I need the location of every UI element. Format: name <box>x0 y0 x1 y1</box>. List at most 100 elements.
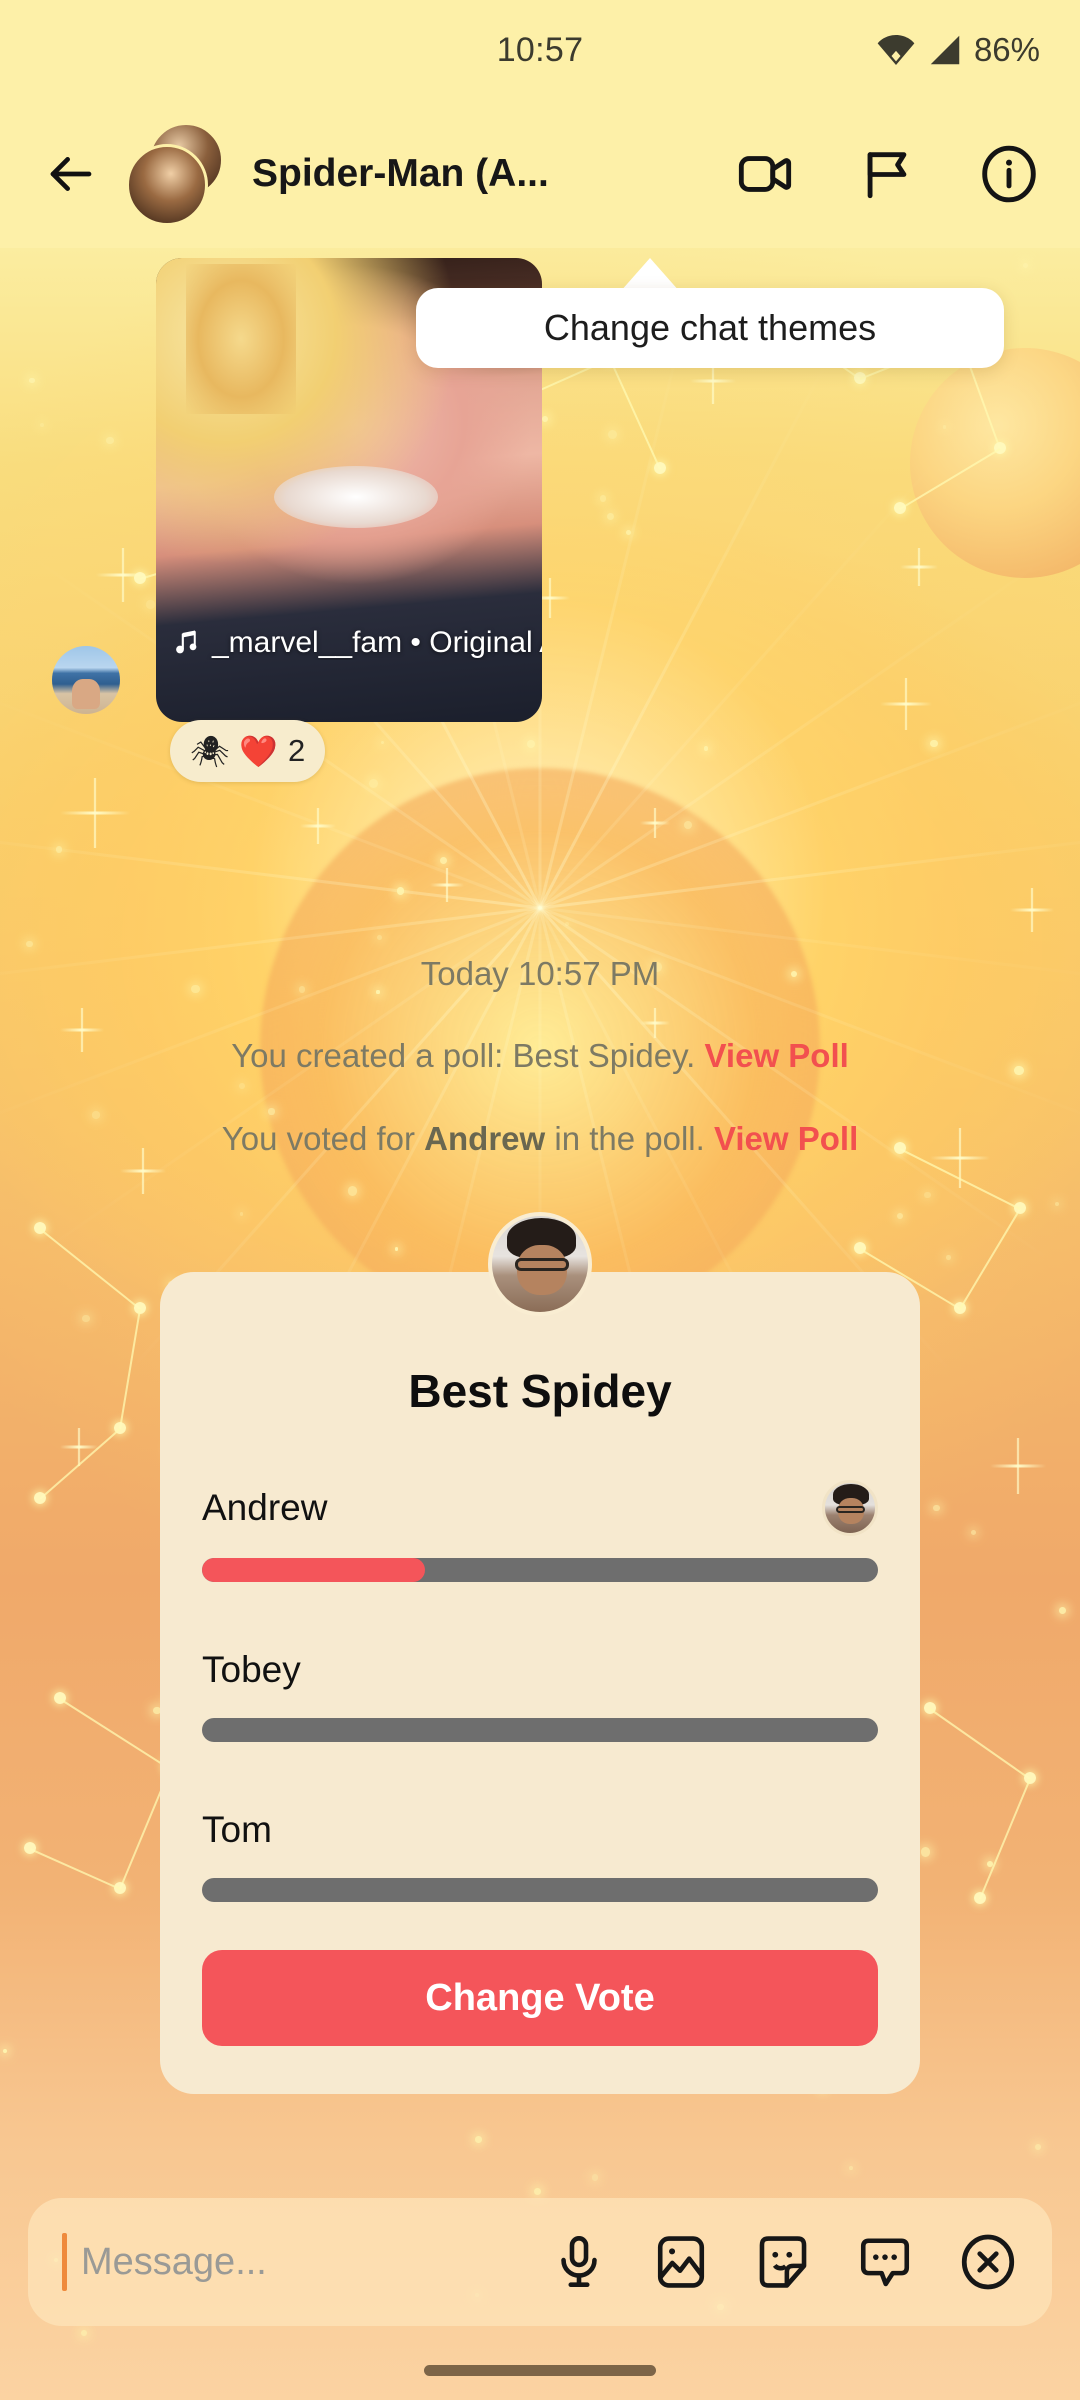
chat-title[interactable]: Spider-Man (A... <box>252 152 549 196</box>
music-note-icon <box>170 628 200 658</box>
spider-emoji: 🕷 <box>190 733 230 769</box>
system-message-poll-voted: You voted for Andrew in the poll. View P… <box>0 1120 1080 1158</box>
status-time: 10:57 <box>496 30 584 69</box>
gif-chat-bubble-icon[interactable] <box>856 2233 914 2291</box>
constellation-node <box>974 1892 986 1904</box>
message-composer[interactable]: Message... <box>28 2198 1052 2326</box>
app-bar-actions <box>728 137 1046 211</box>
star-dot <box>920 1847 931 1857</box>
info-circle-icon[interactable] <box>972 137 1046 211</box>
avatar-image-detail <box>72 678 100 709</box>
video-call-icon[interactable] <box>728 137 802 211</box>
back-arrow-icon[interactable] <box>34 137 108 211</box>
constellation-node <box>894 502 906 514</box>
poll-creator-avatar[interactable] <box>488 1212 592 1316</box>
sparkle-star <box>990 1438 1046 1494</box>
status-bar: 10:57 86% <box>0 0 1080 100</box>
star-dot <box>924 1192 931 1199</box>
image-gallery-icon[interactable] <box>652 2233 710 2291</box>
microphone-icon[interactable] <box>550 2233 608 2291</box>
composer-actions <box>550 2232 1018 2292</box>
star-dot <box>533 2187 542 2196</box>
flag-icon[interactable] <box>850 137 924 211</box>
star-dot <box>1023 262 1029 268</box>
constellation-node <box>134 572 146 584</box>
heart-emoji: ❤️ <box>239 733 278 769</box>
poll-option-header: Tom <box>202 1804 878 1856</box>
voted-option-name: Andrew <box>424 1120 546 1157</box>
star-dot <box>368 778 378 788</box>
star-dot <box>380 740 384 745</box>
star-dot <box>25 940 33 948</box>
poll-option-label: Tobey <box>202 1649 301 1690</box>
sparkle-star <box>430 868 464 902</box>
star-dot <box>848 2165 853 2170</box>
close-circle-icon[interactable] <box>958 2232 1018 2292</box>
sparkle-star <box>1010 888 1054 932</box>
battery-percent: 86% <box>973 31 1040 68</box>
change-chat-themes-tooltip[interactable]: Change chat themes <box>416 288 1004 368</box>
star-dot <box>608 429 618 440</box>
star-dot <box>1054 1201 1059 1206</box>
status-indicators: 86% <box>876 30 1040 70</box>
poll-option-label: Tom <box>202 1809 272 1850</box>
view-poll-link-1[interactable]: View Poll <box>705 1037 849 1074</box>
poll-option-header: Tobey <box>202 1644 878 1696</box>
change-vote-button[interactable]: Change Vote <box>202 1950 878 2046</box>
constellation-line <box>959 1208 1021 1310</box>
sparkle-star <box>300 808 336 844</box>
constellation-line <box>119 1308 141 1430</box>
poll-option-andrew[interactable]: Andrew <box>202 1480 878 1582</box>
star-dot <box>239 1211 244 1216</box>
star-dot <box>439 856 447 864</box>
poll-option-tobey[interactable]: Tobey <box>202 1644 878 1742</box>
star-dot <box>526 740 535 749</box>
star-dot <box>592 2174 599 2181</box>
tooltip-arrow <box>620 258 680 292</box>
poll-voter-avatar[interactable] <box>822 1480 878 1536</box>
star-dot <box>40 423 45 428</box>
avatar-glasses-detail <box>515 1258 569 1271</box>
text-caret <box>62 2233 67 2291</box>
star-dot <box>80 2329 87 2336</box>
video-caption: _marvel__fam • Original A <box>156 626 542 660</box>
star-dot <box>1059 1607 1067 1615</box>
constellation-line <box>29 1848 121 1890</box>
sender-avatar[interactable] <box>52 646 120 714</box>
star-dot <box>1034 2143 1041 2151</box>
poll-title: Best Spidey <box>408 1365 672 1417</box>
star-dot <box>106 436 114 445</box>
voted-prefix-text: You voted for <box>221 1120 425 1157</box>
star-dot <box>238 1082 245 1089</box>
star-dot <box>29 377 35 383</box>
star-dot <box>703 746 708 751</box>
star-dot <box>971 1530 977 1536</box>
poll-created-text: You created a poll: Best Spidey. <box>231 1037 696 1074</box>
star-dot <box>475 2136 482 2143</box>
star-dot <box>897 1212 904 1219</box>
star-dot <box>377 934 383 940</box>
message-input[interactable]: Message... <box>81 2241 267 2284</box>
poll-option-label: Andrew <box>202 1487 328 1528</box>
sparkle-star <box>880 678 932 730</box>
message-reaction-pill[interactable]: 🕷 ❤️ 2 <box>170 720 326 782</box>
star-dot <box>933 1505 940 1512</box>
poll-option-tom[interactable]: Tom <box>202 1804 878 1902</box>
view-poll-link-2[interactable]: View Poll <box>714 1120 858 1157</box>
reaction-count: 2 <box>287 733 306 768</box>
group-avatar-stack[interactable] <box>126 122 230 226</box>
sticker-icon[interactable] <box>754 2233 812 2291</box>
constellation-node <box>1024 1772 1036 1784</box>
star-dot <box>81 1314 90 1323</box>
avatar-glasses-detail <box>836 1505 865 1513</box>
star-dot <box>600 495 607 502</box>
sparkle-star <box>640 808 670 838</box>
constellation-line <box>609 358 661 470</box>
star-dot <box>268 1108 275 1115</box>
system-message-poll-created: You created a poll: Best Spidey. View Po… <box>0 1037 1080 1075</box>
constellation-line <box>39 1228 141 1310</box>
star-dot <box>946 1255 951 1260</box>
timestamp-divider: Today 10:57 PM <box>420 955 660 992</box>
poll-card: Best Spidey Andrew Tobey Tom Change Vote <box>160 1272 920 2094</box>
navigation-home-pill[interactable] <box>424 2365 656 2376</box>
